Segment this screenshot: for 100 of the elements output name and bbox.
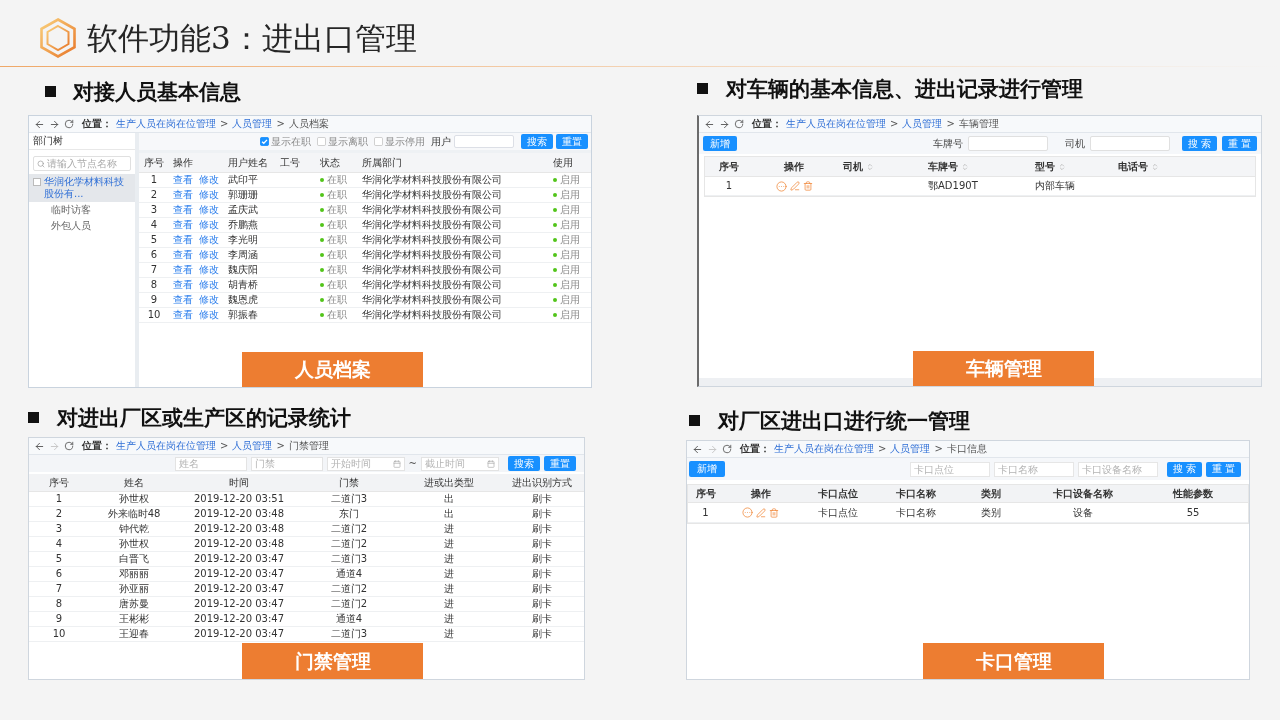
table-cell: 刷卡 [531, 584, 552, 594]
table-cell: 魏庆阳 [228, 265, 258, 275]
back-arrow-icon[interactable] [34, 118, 45, 130]
table-cell: 唐苏曼 [119, 599, 149, 609]
table-action-link[interactable]: 查看 [173, 175, 193, 185]
table-action-link[interactable]: 修改 [199, 265, 219, 275]
search-button[interactable]: 搜 索 [1181, 136, 1217, 151]
text-field[interactable] [1089, 136, 1170, 151]
reset-button[interactable]: 重 置 [1221, 136, 1257, 151]
breadcrumb-link[interactable]: 人员管理 [232, 119, 273, 129]
table-action-link[interactable]: 修改 [199, 205, 219, 215]
search-button[interactable]: 搜索 [508, 456, 540, 471]
table-cell: 华润化学材料科技股份有限公司 [362, 265, 502, 275]
text-field[interactable]: 门禁 [250, 456, 323, 471]
checkbox[interactable] [317, 137, 326, 146]
back-arrow-icon[interactable] [692, 443, 703, 455]
table-action-link[interactable]: 修改 [199, 280, 219, 290]
breadcrumb-link[interactable]: 人员管理 [902, 119, 943, 129]
checkbox[interactable] [374, 137, 383, 146]
search-button[interactable]: 搜索 [521, 134, 553, 149]
column-header[interactable]: 电话号 [1118, 161, 1159, 172]
sort-icon[interactable] [961, 162, 969, 171]
breadcrumb-link[interactable]: 生产人员在岗在位管理 [116, 441, 216, 451]
reset-button[interactable]: 重置 [544, 456, 576, 471]
sort-icon[interactable] [1151, 162, 1159, 171]
edit-icon[interactable] [756, 507, 766, 518]
table-action-link[interactable]: 查看 [173, 295, 193, 305]
table-action-link[interactable]: 查看 [173, 310, 193, 320]
tree-search-field[interactable]: 请输入节点名称 [33, 156, 131, 171]
table-cell: 华润化学材料科技股份有限公司 [362, 295, 502, 305]
column-header[interactable]: 车牌号 [928, 161, 969, 172]
caption-label: 卡口管理 [923, 643, 1104, 679]
table-action-link[interactable]: 修改 [199, 310, 219, 320]
table-action-link[interactable]: 修改 [199, 175, 219, 185]
table-cell: 王迎春 [119, 629, 149, 639]
forward-arrow-icon[interactable] [719, 118, 730, 130]
table-action-link[interactable]: 查看 [173, 220, 193, 230]
reset-button[interactable]: 重置 [556, 134, 588, 149]
more-options-icon[interactable] [775, 180, 787, 192]
status-text: 在职 [327, 220, 347, 230]
checkbox[interactable] [260, 137, 269, 146]
column-header[interactable]: 型号 [1035, 161, 1066, 172]
refresh-icon[interactable] [64, 119, 74, 129]
table-cell: 进 [444, 569, 454, 579]
reset-button[interactable]: 重 置 [1205, 461, 1241, 477]
tree-item[interactable]: 外包人员 [47, 218, 135, 234]
more-options-icon[interactable] [742, 507, 753, 518]
table-cell: 二道门2 [330, 524, 368, 534]
user-field[interactable] [454, 135, 514, 148]
table-action-link[interactable]: 修改 [199, 295, 219, 305]
table-cell: 2019-12-20 03:47 [193, 569, 285, 579]
table-action-link[interactable]: 查看 [173, 265, 193, 275]
back-arrow-icon[interactable] [704, 118, 715, 130]
delete-icon[interactable] [769, 507, 779, 518]
search-button[interactable]: 搜 索 [1166, 461, 1202, 477]
breadcrumb-separator: > [276, 119, 285, 129]
table-action-link[interactable]: 查看 [173, 190, 193, 200]
tree-toggle-icon[interactable] [33, 178, 41, 186]
text-field[interactable]: 姓名 [174, 456, 247, 471]
table-cell: 2019-12-20 03:48 [193, 524, 285, 534]
add-button[interactable]: 新增 [703, 136, 737, 151]
column-header[interactable]: 司机 [843, 161, 874, 172]
table-action-link[interactable]: 修改 [199, 250, 219, 260]
sort-icon[interactable] [1058, 162, 1066, 171]
table-cell: 1 [702, 507, 709, 518]
table-action-link[interactable]: 修改 [199, 190, 219, 200]
table-action-link[interactable]: 查看 [173, 250, 193, 260]
delete-icon[interactable] [802, 181, 813, 191]
text-field[interactable]: 卡口设备名称 [1077, 461, 1158, 477]
table-action-link[interactable]: 查看 [173, 205, 193, 215]
date-field[interactable]: 截止时间 [421, 456, 499, 471]
table-action-link[interactable]: 修改 [199, 220, 219, 230]
table-action-link[interactable]: 查看 [173, 280, 193, 290]
table-action-link[interactable]: 查看 [173, 235, 193, 245]
edit-icon[interactable] [789, 181, 800, 191]
status-text: 启用 [560, 250, 580, 260]
text-field[interactable] [967, 136, 1048, 151]
breadcrumb-link[interactable]: 人员管理 [890, 444, 931, 454]
breadcrumb-link[interactable]: 生产人员在岗在位管理 [116, 119, 216, 129]
tree-item[interactable]: 临时访客 [47, 202, 135, 218]
text-field[interactable]: 卡口点位 [909, 461, 990, 477]
tree-item[interactable]: 华润化学材料科技股份有... [29, 174, 135, 202]
add-button[interactable]: 新增 [689, 461, 725, 477]
text-field[interactable]: 卡口名称 [993, 461, 1074, 477]
table-cell: 郭珊珊 [228, 190, 258, 200]
breadcrumb-link[interactable]: 生产人员在岗在位管理 [786, 119, 886, 129]
table-cell: 孙世权 [119, 539, 149, 549]
sort-icon[interactable] [866, 162, 874, 171]
date-field[interactable]: 开始时间 [326, 456, 405, 471]
refresh-icon[interactable] [722, 444, 732, 454]
column-header: 使用 [553, 157, 573, 168]
back-arrow-icon[interactable] [34, 440, 45, 452]
table-action-link[interactable]: 修改 [199, 235, 219, 245]
breadcrumb-link[interactable]: 生产人员在岗在位管理 [774, 444, 874, 454]
breadcrumb-link[interactable]: 人员管理 [232, 441, 273, 451]
forward-arrow-icon[interactable] [49, 118, 60, 130]
refresh-icon[interactable] [64, 441, 74, 451]
table-cell: 10 [52, 629, 66, 639]
table-cell: 刷卡 [531, 629, 552, 639]
refresh-icon[interactable] [734, 119, 744, 129]
